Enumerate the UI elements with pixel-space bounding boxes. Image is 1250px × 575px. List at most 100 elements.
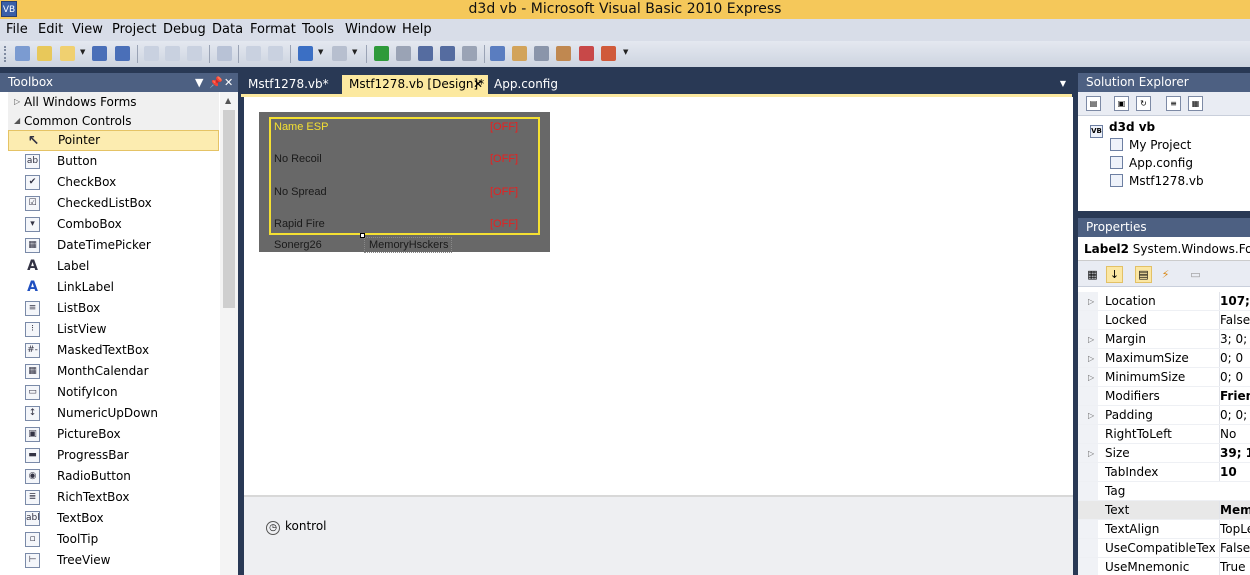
property-row-location[interactable]: ▷ Location 107; 1	[1078, 292, 1250, 311]
property-value[interactable]: False	[1219, 311, 1250, 329]
label-name-esp[interactable]: Name ESP	[274, 121, 328, 133]
property-value[interactable]: 10	[1219, 463, 1250, 481]
step-into-icon[interactable]	[418, 46, 433, 61]
property-row-usemnemonic[interactable]: UseMnemonic True	[1078, 558, 1250, 575]
toolbox-item-combobox[interactable]: ▾ ComboBox	[8, 214, 219, 235]
step-out-icon[interactable]	[462, 46, 477, 61]
property-value[interactable]: No	[1219, 425, 1250, 443]
toolbox-item-pointer[interactable]: ↖ Pointer	[8, 130, 219, 151]
property-row-usecompatibletextr[interactable]: UseCompatibleTextR False	[1078, 539, 1250, 558]
start-page-icon[interactable]	[601, 46, 616, 61]
toolbox-item-progressbar[interactable]: ▬ ProgressBar	[8, 445, 219, 466]
chevron-down-icon[interactable]: ▼	[80, 48, 85, 56]
menu-format[interactable]: Format	[250, 19, 296, 41]
solution-node-app-config[interactable]: App.config	[1110, 155, 1193, 172]
menu-window[interactable]: Window	[345, 19, 396, 41]
scroll-up-icon[interactable]: ▲	[225, 96, 231, 105]
toolbox-item-tooltip[interactable]: ▫ ToolTip	[8, 529, 219, 550]
paste-icon[interactable]	[187, 46, 202, 61]
toolbox-item-monthcalendar[interactable]: ▦ MonthCalendar	[8, 361, 219, 382]
chevron-down-icon[interactable]: ▼	[352, 48, 357, 56]
label-no-recoil[interactable]: No Recoil	[274, 153, 322, 165]
uncomment-icon[interactable]	[268, 46, 283, 61]
view-designer-icon[interactable]: ▦	[1188, 96, 1203, 111]
close-icon[interactable]: ✕	[224, 73, 233, 92]
solution-explorer-icon[interactable]	[512, 46, 527, 61]
scrollbar-thumb[interactable]	[223, 110, 235, 308]
status-rapid-fire[interactable]: [OFF]	[490, 218, 518, 230]
toolbox-item-textbox[interactable]: abl TextBox	[8, 508, 219, 529]
property-row-tag[interactable]: Tag	[1078, 482, 1250, 501]
categorized-icon[interactable]: ▦	[1084, 266, 1101, 283]
tab-mstf1278-design[interactable]: Mstf1278.vb [Design]* ✕	[342, 75, 488, 94]
pin-icon[interactable]: 📌	[209, 73, 223, 92]
toolbox-item-label[interactable]: A Label	[8, 256, 219, 277]
form-designer-surface[interactable]: Name ESP [OFF] No Recoil [OFF] No Spread…	[244, 97, 1073, 575]
find-icon[interactable]	[217, 46, 232, 61]
redo-icon[interactable]	[332, 46, 347, 61]
toolbox-item-listbox[interactable]: ≡ ListBox	[8, 298, 219, 319]
add-item-icon[interactable]	[37, 46, 52, 61]
chevron-down-icon[interactable]: ▼	[623, 48, 628, 56]
label-sonerg26[interactable]: Sonerg26	[274, 239, 322, 251]
events-icon[interactable]: ⚡	[1157, 266, 1174, 283]
toolbox-item-checkbox[interactable]: ✔ CheckBox	[8, 172, 219, 193]
cut-icon[interactable]	[144, 46, 159, 61]
property-row-textalign[interactable]: TextAlign TopLe	[1078, 520, 1250, 539]
category-all-windows-forms[interactable]: ▷ All Windows Forms	[8, 92, 219, 112]
label-no-spread[interactable]: No Spread	[274, 186, 327, 198]
comment-icon[interactable]	[246, 46, 261, 61]
toolbox-item-numericupdown[interactable]: ↕ NumericUpDown	[8, 403, 219, 424]
solution-node-my-project[interactable]: My Project	[1110, 137, 1191, 154]
chevron-down-icon[interactable]: ▼	[318, 48, 323, 56]
expand-icon[interactable]: ▷	[1088, 444, 1094, 462]
property-row-margin[interactable]: ▷ Margin 3; 0; 3;	[1078, 330, 1250, 349]
property-value[interactable]: True	[1219, 558, 1250, 575]
stop-icon[interactable]	[396, 46, 411, 61]
toolbox-item-radiobutton[interactable]: ◉ RadioButton	[8, 466, 219, 487]
expand-icon[interactable]: ▷	[1088, 292, 1094, 310]
toolbox-item-picturebox[interactable]: ▣ PictureBox	[8, 424, 219, 445]
find-in-files-icon[interactable]	[490, 46, 505, 61]
tab-app-config[interactable]: App.config	[487, 75, 567, 94]
property-value[interactable]: TopLe	[1219, 520, 1250, 538]
toolbox-item-listview[interactable]: ⁝ ListView	[8, 319, 219, 340]
toolbox-item-checkedlistbox[interactable]: ☑ CheckedListBox	[8, 193, 219, 214]
property-value[interactable]: 0; 0	[1219, 368, 1250, 386]
menu-help[interactable]: Help	[402, 19, 432, 41]
resize-handle[interactable]	[360, 233, 365, 238]
expand-icon[interactable]: ▷	[14, 92, 20, 112]
save-all-icon[interactable]	[115, 46, 130, 61]
step-over-icon[interactable]	[440, 46, 455, 61]
property-row-tabindex[interactable]: TabIndex 10	[1078, 463, 1250, 482]
close-icon[interactable]: ✕	[473, 75, 483, 94]
refresh-icon[interactable]: ↻	[1136, 96, 1151, 111]
start-debugging-icon[interactable]	[374, 46, 389, 61]
property-row-modifiers[interactable]: Modifiers Friend	[1078, 387, 1250, 406]
new-project-icon[interactable]	[15, 46, 30, 61]
toolbox-item-linklabel[interactable]: A LinkLabel	[8, 277, 219, 298]
property-pages-icon[interactable]: ▭	[1187, 266, 1204, 283]
properties-icon[interactable]: ▤	[1086, 96, 1101, 111]
menu-debug[interactable]: Debug	[163, 19, 206, 41]
expand-icon[interactable]: ▷	[1088, 349, 1094, 367]
property-value[interactable]: 39; 13	[1219, 444, 1250, 462]
chevron-down-icon[interactable]: ▼	[195, 73, 203, 92]
property-value[interactable]: Memo	[1219, 501, 1250, 519]
view-code-icon[interactable]: ≡	[1166, 96, 1181, 111]
property-row-righttoleft[interactable]: RightToLeft No	[1078, 425, 1250, 444]
chevron-down-icon[interactable]: ▼	[1060, 79, 1066, 88]
collapse-icon[interactable]: ◢	[14, 111, 20, 131]
toolbox-item-datetimepicker[interactable]: ▦ DateTimePicker	[8, 235, 219, 256]
toolbox-item-treeview[interactable]: ⊢ TreeView	[8, 550, 219, 571]
property-row-padding[interactable]: ▷ Padding 0; 0; 0;	[1078, 406, 1250, 425]
save-icon[interactable]	[92, 46, 107, 61]
label-rapid-fire[interactable]: Rapid Fire	[274, 218, 325, 230]
property-value[interactable]: Friend	[1219, 387, 1250, 405]
toolbox-item-notifyicon[interactable]: ▭ NotifyIcon	[8, 382, 219, 403]
label-memoryhsckers[interactable]: MemoryHsckers	[369, 239, 448, 251]
tab-mstf1278-code[interactable]: Mstf1278.vb*	[241, 75, 335, 94]
property-row-locked[interactable]: Locked False	[1078, 311, 1250, 330]
solution-node-project[interactable]: VB d3d vb	[1090, 119, 1155, 138]
toolbox-item-richtextbox[interactable]: ≣ RichTextBox	[8, 487, 219, 508]
